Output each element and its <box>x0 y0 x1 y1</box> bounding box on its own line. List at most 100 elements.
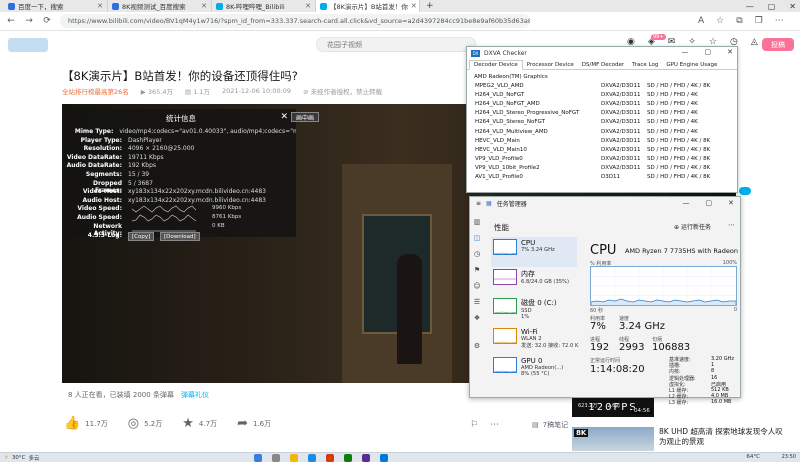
resource-item[interactable]: CPU 7% 3.24 GHz <box>491 237 577 267</box>
startup-icon[interactable]: ⚑ <box>474 266 480 274</box>
dxva-decoder-row[interactable]: H264_VLD_Stereo_Progressive_NoFGT DXVA2/D… <box>471 109 733 118</box>
extensions-icon[interactable]: ⧉ <box>736 16 742 26</box>
dxva-title: DXVA Checker <box>484 49 527 57</box>
url-input[interactable]: https://www.bilibili.com/video/BV1qM4y1w… <box>60 14 530 28</box>
collections-icon[interactable]: ❐ <box>755 16 763 26</box>
dxva-decoder-row[interactable]: VP9_VLD_10bit_Profile2 DXVA2/D3D11 SD / HD… <box>471 164 733 173</box>
browser-tab[interactable]: 百度一下，搜索 ✕ <box>4 0 108 12</box>
favorite-star-icon[interactable]: ☆ <box>716 16 724 26</box>
search-icon[interactable] <box>272 454 280 462</box>
dxva-tab[interactable]: Trace Log <box>628 60 662 70</box>
site-logo[interactable] <box>8 37 48 52</box>
upload-button[interactable]: 投稿 <box>762 38 794 51</box>
resource-item[interactable]: Wi-Fi WLAN 2 发送: 32.0 接收: 72.0 K <box>491 326 579 356</box>
decoder-support: SD / HD / FHD / 4K / 8K <box>647 174 711 181</box>
edge-icon[interactable] <box>308 454 316 462</box>
resource-sub: 发送: 32.0 接收: 72.0 K <box>521 342 579 349</box>
resource-item[interactable]: GPU 0 AMD Radeon(...) 8% (55 °C) <box>491 355 577 385</box>
video-person <box>397 254 422 364</box>
app-icon[interactable] <box>380 454 388 462</box>
services-icon[interactable]: ❖ <box>474 314 480 322</box>
dxva-decoder-row[interactable]: AV1_VLD_Profile0 D3D11 SD / HD / FHD / 4K … <box>471 173 733 182</box>
more-options-icon[interactable]: ⋯ <box>728 221 735 229</box>
dxva-decoder-row[interactable]: H264_VLD_NoFGT DXVA2/D3D11 SD / HD / FHD /… <box>471 90 733 99</box>
coin-button[interactable]: ◎ 5.2万 <box>128 416 162 431</box>
tab-label: 百度一下，搜索 <box>18 3 64 11</box>
menu-dots-icon[interactable]: ⋯ <box>775 16 784 26</box>
rank-badge[interactable]: 全站排行榜最高第26名 <box>62 86 129 96</box>
reader-icon[interactable]: A <box>698 16 704 26</box>
report-icon[interactable]: ⚐ <box>470 420 478 430</box>
app-history-icon[interactable]: ◷ <box>474 250 480 258</box>
creator-icon[interactable]: ◬ <box>751 37 758 47</box>
close-icon[interactable]: ✕ <box>789 2 796 11</box>
performance-icon[interactable]: ◫ <box>474 234 481 242</box>
decoder-name: HEVC_VLD_Main10 <box>475 146 527 153</box>
back-icon[interactable]: ← <box>6 16 16 26</box>
copy-log-button[interactable]: [Copy] <box>128 232 155 242</box>
dxva-tab[interactable]: GPU Engine Usage <box>662 60 721 70</box>
browser-tab[interactable]: 【8K演示片】B站首发！你 ✕ <box>316 0 420 12</box>
forward-icon[interactable]: → <box>24 16 34 26</box>
share-icon: ➦ <box>237 416 248 431</box>
close-icon[interactable]: ✕ <box>727 48 733 56</box>
dxva-decoder-row[interactable]: HEVC_VLD_Main10 DXVA2/D3D11 SD / HD / FHD … <box>471 145 733 154</box>
processes-icon[interactable]: ▥ <box>474 218 481 226</box>
dxva-decoder-row[interactable]: MPEG2_VLD_AMD DXVA2/D3D11 SD / HD / FHD / … <box>471 81 733 90</box>
close-icon[interactable]: ✕ <box>728 199 734 207</box>
run-new-task-button[interactable]: ⊕ 运行新任务 <box>674 222 711 231</box>
like-button[interactable]: 👍 11.7万 <box>64 416 108 431</box>
search-input[interactable]: 花园子视频 <box>316 37 476 52</box>
file-explorer-icon[interactable] <box>290 454 298 462</box>
new-tab-icon[interactable]: + <box>420 1 434 11</box>
danmu-etiquette-link[interactable]: 弹幕礼仪 <box>181 391 209 399</box>
dxva-decoder-row[interactable]: H264_VLD_Stereo_NoFGT DXVA2/D3D11 SD / HD … <box>471 118 733 127</box>
dxva-decoder-row[interactable]: H264_VLD_Multiview_AMD DXVA2/D3D11 SD / HD… <box>471 127 733 136</box>
share-button[interactable]: ➦ 1.6万 <box>237 416 271 431</box>
recommend-title[interactable]: 8K UHD 超高清 探索地球发现令人叹为观止的景观 <box>659 427 789 447</box>
download-log-button[interactable]: [Download] <box>160 232 200 242</box>
note-link[interactable]: ▤ 7稿笔记 <box>532 420 568 430</box>
stats-close-icon[interactable]: ✕ <box>280 112 288 122</box>
tab-close-icon[interactable]: ✕ <box>201 2 207 10</box>
maximize-icon[interactable]: ▢ <box>768 2 776 11</box>
app-icon[interactable] <box>344 454 352 462</box>
resource-item[interactable]: 内存 6.8/24.0 GB (35%) <box>491 267 577 297</box>
browser-tab[interactable]: 8K视频测试_百度搜索 ✕ <box>108 0 212 12</box>
tab-close-icon[interactable]: ✕ <box>305 2 311 10</box>
stats-key: Network Activity: <box>93 222 122 237</box>
dxva-tabs: Decoder Device Processor Device DS/MF Deco… <box>467 60 737 70</box>
browser-tab[interactable]: 8K-哔哩哔哩_Bilibili ✕ <box>212 0 316 12</box>
users-icon[interactable]: ☺ <box>473 282 480 290</box>
dxva-tab[interactable]: DS/MF Decoder <box>578 60 628 70</box>
recommend-thumb-2[interactable]: 8K <box>572 427 654 451</box>
office-icon[interactable] <box>326 454 334 462</box>
decoder-support: SD / HD / FHD / 4K / 8K <box>647 82 711 89</box>
tab-favicon-icon <box>216 2 223 10</box>
tray-clock[interactable]: 23:50 <box>782 454 796 460</box>
tm-menu-icon[interactable]: ≡ <box>476 200 481 207</box>
dxva-tab[interactable]: Processor Device <box>523 60 578 70</box>
dxva-decoder-row[interactable]: HEVC_VLD_Main DXVA2/D3D11 SD / HD / FHD / … <box>471 136 733 145</box>
minimize-icon[interactable]: — <box>746 2 754 11</box>
resource-item[interactable]: 磁盘 0 (C:) SSD 1% <box>491 296 577 326</box>
fav-button[interactable]: ★ 4.7万 <box>182 416 217 431</box>
tm-window-controls: — ▢ ✕ <box>683 199 735 207</box>
dxva-decoder-row[interactable]: H264_VLD_NoFGT_AMD DXVA2/D3D11 SD / HD / F… <box>471 99 733 108</box>
reload-icon[interactable]: ⟳ <box>42 16 52 26</box>
dxva-decoder-row[interactable]: VP9_VLD_Profile0 DXVA2/D3D11 SD / HD / FHD… <box>471 155 733 164</box>
danmaku-toggle[interactable] <box>739 187 751 195</box>
tab-close-icon[interactable]: ✕ <box>411 2 417 10</box>
minimize-icon[interactable]: — <box>682 48 689 56</box>
more-icon[interactable]: ⋯ <box>490 420 499 430</box>
minimize-icon[interactable]: — <box>683 199 690 207</box>
app-icon[interactable] <box>362 454 370 462</box>
dxva-tab[interactable]: Decoder Device <box>469 60 523 70</box>
weather-widget[interactable]: ☀ 30°C 多云 <box>0 454 40 462</box>
tab-close-icon[interactable]: ✕ <box>97 2 103 10</box>
details-icon[interactable]: ☰ <box>474 298 480 306</box>
maximize-icon[interactable]: ▢ <box>705 48 712 56</box>
start-icon[interactable] <box>254 454 262 462</box>
maximize-icon[interactable]: ▢ <box>706 199 713 207</box>
settings-gear-icon[interactable]: ⚙ <box>474 342 480 350</box>
